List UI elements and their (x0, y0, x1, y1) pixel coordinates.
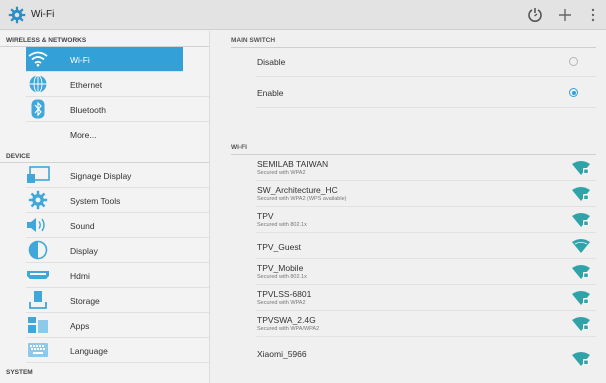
sidebar-item-label: Sound (70, 221, 95, 231)
page-title: Wi-Fi (31, 9, 55, 20)
network-row-xiaomi-5966[interactable]: Xiaomi_5966 (256, 337, 596, 366)
storage-icon (26, 290, 50, 310)
wps-icon[interactable] (527, 7, 543, 23)
sidebar-item-label: Bluetooth (70, 105, 106, 115)
network-row-tpvswa-2-4g[interactable]: TPVSWA_2.4G Secured with WPA/WPA2 (256, 311, 596, 337)
network-ssid: TPVSWA_2.4G (257, 315, 316, 325)
sidebar-item-label: Storage (70, 296, 100, 306)
sidebar-item-more[interactable]: More... (26, 122, 209, 147)
sidebar-item-language[interactable]: Language (26, 338, 209, 363)
sidebar-item-label: Apps (70, 321, 90, 331)
action-bar: Wi-Fi (0, 0, 606, 30)
network-security: Secured with WPA2 (257, 170, 306, 176)
sidebar-item-label: Ethernet (70, 80, 103, 90)
display-icon (26, 240, 50, 260)
sidebar-item-label: System Tools (70, 196, 121, 206)
network-row-tpv-guest[interactable]: TPV_Guest (256, 233, 596, 259)
sidebar-item-ethernet[interactable]: Ethernet (26, 72, 209, 97)
network-ssid: SW_Architecture_HC (257, 185, 338, 195)
network-security: Secured with WPA/WPA2 (257, 326, 320, 332)
network-ssid: TPV_Guest (257, 242, 301, 252)
sidebar-item-system-tools[interactable]: System Tools (26, 188, 209, 213)
sidebar-item-display[interactable]: Display (26, 238, 209, 263)
sidebar-item-label: More... (70, 130, 97, 140)
wifi-icon (26, 49, 50, 69)
system-tools-icon (26, 190, 50, 210)
sidebar-item-label: Wi-Fi (70, 55, 90, 65)
settings-icon[interactable] (8, 6, 26, 24)
settings-sidebar: WIRELESS & NETWORKS Wi-Fi Ethernet Bluet… (0, 31, 210, 383)
sidebar-item-label: Hdmi (70, 271, 90, 281)
wifi-signal-locked-icon (572, 161, 590, 175)
network-row-sw-architecture-hc[interactable]: SW_Architecture_HC Secured with WPA2 (WP… (256, 181, 596, 207)
network-row-tpvlss-6801[interactable]: TPVLSS-6801 Secured with WPA2 (256, 285, 596, 311)
wifi-signal-locked-icon (572, 352, 590, 366)
option-disable[interactable]: Disable (256, 47, 596, 77)
wifi-settings-panel: MAIN SWITCH Disable Enable WI-FI SEMILAB… (211, 31, 606, 383)
signage-display-icon (26, 165, 50, 185)
network-row-tpv[interactable]: TPV Secured with 802.1x (256, 207, 596, 233)
wifi-signal-locked-icon (572, 291, 590, 305)
main-switch-header: MAIN SWITCH (231, 37, 276, 44)
network-ssid: SEMILAB TAIWAN (257, 159, 329, 169)
sidebar-item-bluetooth[interactable]: Bluetooth (26, 97, 209, 122)
sidebar-item-apps[interactable]: Apps (26, 313, 209, 338)
network-ssid: Xiaomi_5966 (257, 349, 307, 359)
sound-icon (26, 215, 50, 235)
network-ssid: TPVLSS-6801 (257, 289, 312, 299)
hdmi-icon (26, 265, 50, 285)
overflow-menu-icon[interactable] (585, 7, 601, 23)
sidebar-item-sound[interactable]: Sound (26, 213, 209, 238)
section-header-wireless: WIRELESS & NETWORKS (0, 31, 209, 47)
wifi-signal-locked-icon (572, 317, 590, 331)
sidebar-item-label: Display (70, 246, 98, 256)
sidebar-item-hdmi[interactable]: Hdmi (26, 263, 209, 288)
network-security: Secured with WPA2 (WPS available) (257, 196, 347, 202)
wifi-section-header: WI-FI (231, 144, 247, 151)
network-row-tpv-mobile[interactable]: TPV_Mobile Secured with 802.1x (256, 259, 596, 285)
wifi-signal-locked-icon (572, 213, 590, 227)
add-icon[interactable] (557, 7, 573, 23)
option-label: Disable (257, 57, 286, 67)
wifi-signal-locked-icon (572, 187, 590, 201)
sidebar-item-storage[interactable]: Storage (26, 288, 209, 313)
disable-radio[interactable] (569, 57, 578, 66)
network-security: Secured with WPA2 (257, 300, 306, 306)
section-header-system: SYSTEM (6, 369, 33, 376)
ethernet-icon (26, 74, 50, 94)
network-ssid: TPV (257, 211, 274, 221)
sidebar-item-signage-display[interactable]: Signage Display (26, 163, 209, 188)
option-enable[interactable]: Enable (256, 78, 596, 108)
bluetooth-icon (26, 99, 50, 119)
enable-radio[interactable] (569, 88, 578, 97)
option-label: Enable (257, 88, 284, 98)
network-security: Secured with 802.1x (257, 274, 307, 280)
network-ssid: TPV_Mobile (257, 263, 304, 273)
network-security: Secured with 802.1x (257, 222, 307, 228)
sidebar-item-label: Language (70, 346, 108, 356)
section-header-device: DEVICE (0, 147, 209, 163)
sidebar-item-label: Signage Display (70, 171, 132, 181)
apps-icon (26, 315, 50, 335)
wifi-signal-locked-icon (572, 265, 590, 279)
language-icon (26, 340, 50, 360)
wifi-signal-icon (572, 239, 590, 253)
network-row-semilab-taiwan[interactable]: SEMILAB TAIWAN Secured with WPA2 (256, 155, 596, 181)
sidebar-item-wifi[interactable]: Wi-Fi (26, 47, 183, 72)
